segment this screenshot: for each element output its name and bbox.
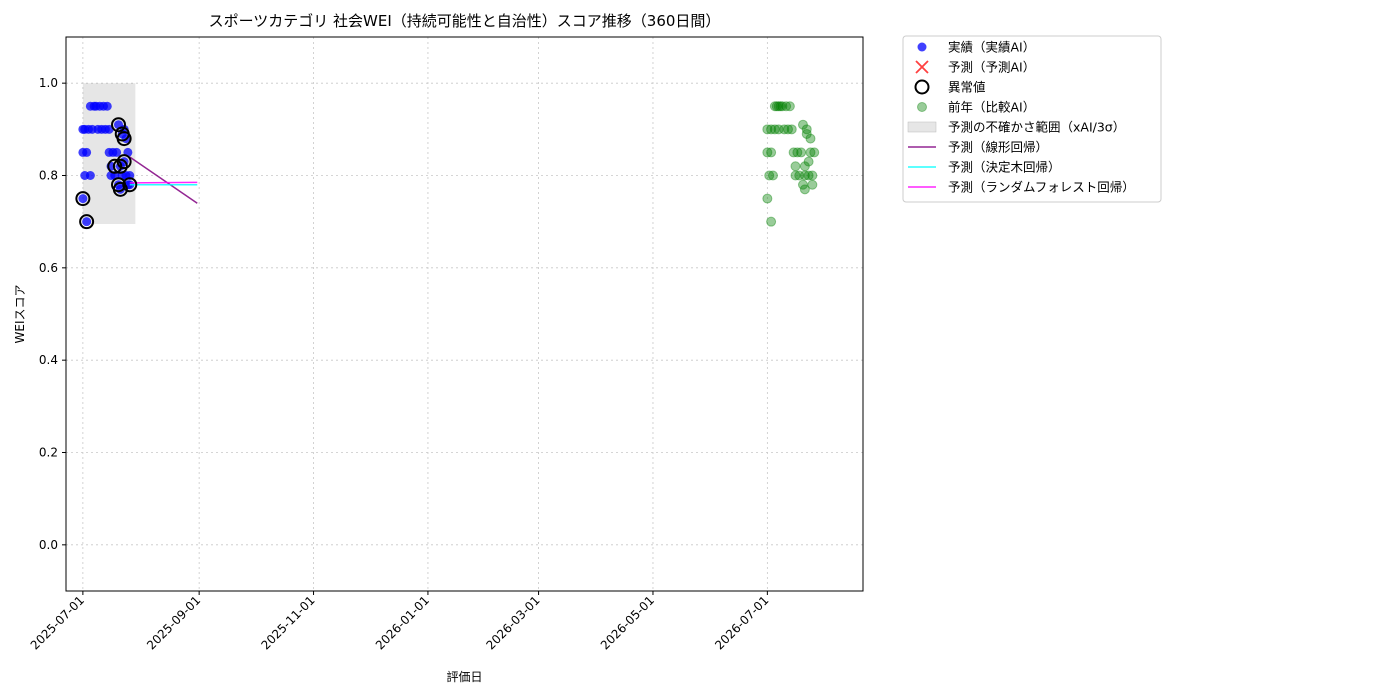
actual-point [82,217,92,227]
previous-year-point [786,124,797,135]
actual-point [82,147,92,157]
previous-year-point [809,147,820,158]
previous-year-point [766,216,777,227]
legend-label: 予測（線形回帰） [948,140,1048,155]
y-tick-label: 1.0 [39,76,58,90]
chart-root: 0.0 0.2 0.4 0.6 0.8 1.0 2025-07-01 2025-09-01 20… [0,0,1400,700]
legend-dot-icon [917,42,927,52]
y-tick-label: 0.6 [39,261,58,275]
x-tick-label: 2026-03-01 [483,593,542,652]
legend-label: 予測（決定木回帰） [948,160,1061,175]
previous-year-point [784,101,795,112]
previous-year-point [767,170,778,181]
axis-layer: 0.0 0.2 0.4 0.6 0.8 1.0 2025-07-01 2025-09-01 20… [28,76,772,652]
y-tick-label: 0.4 [39,353,58,367]
legend-label: 実績（実績AI） [948,40,1035,55]
plot-frame [65,36,864,592]
legend-dot-icon [917,102,927,112]
previous-year-point [766,147,777,158]
previous-year-point [807,179,818,190]
actual-point [102,101,112,111]
previous-year-point [803,156,814,167]
legend-label: 予測の不確かさ範囲（xAI/3σ） [948,120,1125,135]
previous-year-point [805,133,816,144]
x-tick-label: 2025-07-01 [28,593,87,652]
previous-year-point [801,124,812,135]
y-tick-label: 0.8 [39,169,58,183]
chart-svg: 0.0 0.2 0.4 0.6 0.8 1.0 2025-07-01 2025-09-01 20… [13,12,1162,684]
forecast-line [129,156,198,204]
previous-year-point [807,170,818,181]
x-tick-label: 2025-11-01 [258,593,317,652]
x-tick-label: 2026-07-01 [712,593,771,652]
y-tick-label: 0.0 [39,538,58,552]
legend-label: 予測（ランダムフォレスト回帰） [948,180,1135,195]
legend-band-icon [907,121,937,133]
previous-year-point [796,147,807,158]
x-tick-label: 2025-09-01 [144,593,203,652]
y-axis-label: WEIスコア [13,285,27,344]
data-layer [75,101,820,230]
previous-year-point [762,193,773,204]
x-tick-label: 2026-05-01 [598,593,657,652]
legend-label: 予測（予測AI） [948,60,1035,75]
x-axis-label: 評価日 [446,669,482,684]
x-tick-label: 2026-01-01 [373,593,432,652]
grid-layer [66,37,863,591]
chart-title: スポーツカテゴリ 社会WEI（持続可能性と自治性）スコア推移（360日間） [209,12,721,30]
legend: 実績（実績AI） 予測（予測AI） 異常値前年（比較AI） 予測の不確かさ範囲（xAI… [902,35,1162,203]
legend-label: 前年（比較AI） [948,100,1035,115]
actual-point [85,171,95,180]
previous-year-point [790,161,801,172]
y-tick-label: 0.2 [39,446,58,460]
actual-point [78,194,88,204]
legend-label: 異常値 [948,80,986,95]
